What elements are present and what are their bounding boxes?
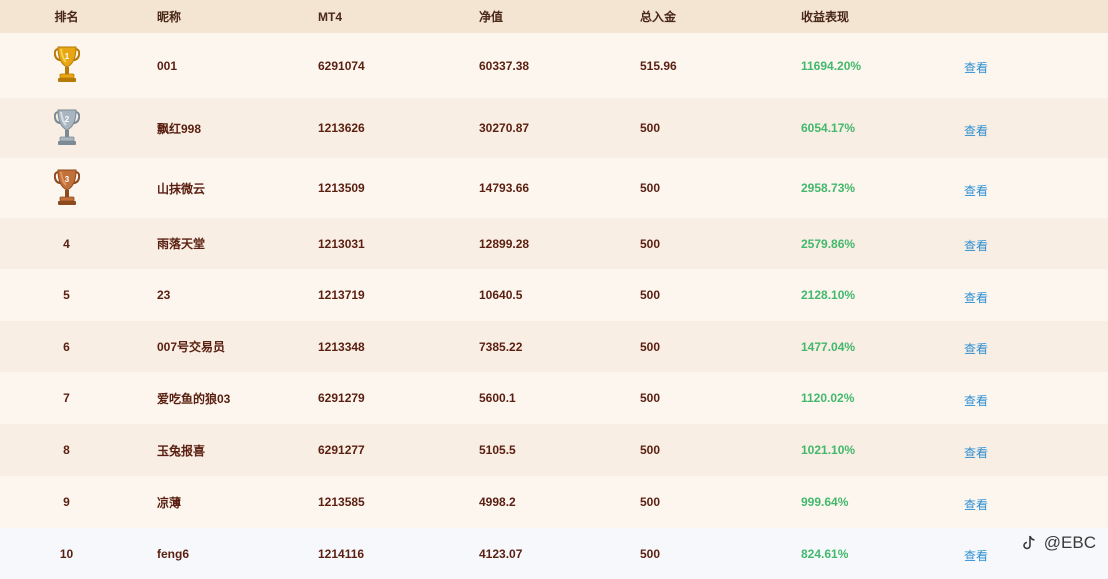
equity-cell: 30270.87	[479, 121, 530, 135]
performance-cell: 2958.73%	[801, 181, 856, 195]
equity-cell: 5105.5	[479, 443, 516, 457]
mt4-cell: 1213509	[318, 181, 365, 195]
performance-cell: 6054.17%	[801, 121, 856, 135]
deposit-cell: 500	[640, 391, 661, 405]
view-link[interactable]: 查看	[935, 388, 1108, 409]
table-row: 2 飘红998 1213626 30270.87 500 6054.17% 查看	[0, 98, 1108, 158]
nickname-cell: 飘红998	[157, 121, 202, 136]
svg-text:2: 2	[64, 115, 69, 124]
performance-cell: 2579.86%	[801, 236, 856, 251]
nickname-cell: 玉兔报喜	[157, 443, 206, 458]
mt4-cell: 1213585	[318, 495, 365, 509]
deposit-cell: 500	[640, 495, 661, 509]
deposit-cell: 500	[640, 121, 661, 135]
deposit-cell: 500	[640, 288, 661, 302]
equity-cell: 4998.2	[479, 495, 516, 509]
header-equity: 净值	[479, 10, 504, 24]
view-link[interactable]: 查看	[935, 336, 1108, 357]
header-deposit: 总入金	[640, 10, 677, 24]
rank-number: 8	[63, 443, 70, 457]
performance-cell: 11694.20%	[801, 58, 862, 73]
table-row: 7 爱吃鱼的狼03 6291279 5600.1 500 1120.02% 查看	[0, 372, 1108, 424]
mt4-cell: 1213626	[318, 121, 365, 135]
view-link[interactable]: 查看	[935, 178, 1108, 199]
tiktok-logo-icon	[1020, 534, 1038, 552]
view-link[interactable]: 查看	[935, 492, 1108, 513]
rank-trophy: 2	[0, 108, 133, 149]
table-row: 3 山抹微云 1213509 14793.66 500 2958.73% 查看	[0, 158, 1108, 218]
performance-cell: 1120.02%	[801, 391, 855, 405]
equity-cell: 14793.66	[479, 181, 530, 195]
rank-number: 10	[59, 546, 74, 561]
nickname-cell: 23	[157, 288, 171, 302]
header-nickname: 昵称	[157, 10, 182, 24]
nickname-cell: 爱吃鱼的狼03	[157, 391, 231, 406]
view-link[interactable]: 查看	[935, 118, 1108, 139]
equity-cell: 12899.28	[479, 236, 530, 251]
nickname-cell: 雨落天堂	[157, 237, 206, 251]
equity-cell: 4123.07	[479, 546, 523, 561]
deposit-cell: 500	[640, 181, 661, 195]
view-link[interactable]: 查看	[935, 285, 1108, 306]
watermark-text: @EBC	[1043, 533, 1096, 552]
view-link[interactable]: 查看	[935, 233, 1108, 254]
table-row: 1 001 6291074 60337.38 515.96 11694.20% 查看	[0, 33, 1108, 98]
rank-number: 9	[63, 495, 70, 509]
mt4-cell: 1214116	[318, 546, 365, 561]
gold-trophy-icon: 1	[53, 45, 80, 86]
table-row: 8 玉兔报喜 6291277 5105.5 500 1021.10% 查看	[0, 424, 1108, 476]
rank-number: 5	[63, 288, 70, 302]
performance-cell: 999.64%	[801, 495, 849, 509]
bronze-trophy-icon: 3	[53, 168, 80, 209]
performance-cell: 2128.10%	[801, 288, 856, 302]
view-link[interactable]: 查看	[935, 440, 1108, 461]
svg-text:1: 1	[64, 52, 69, 61]
rank-trophy: 1	[0, 45, 133, 86]
table-row: 4 雨落天堂 1213031 12899.28 500 2579.86% 查看	[0, 218, 1108, 269]
mt4-cell: 6291074	[318, 58, 365, 73]
mt4-cell: 6291277	[318, 443, 365, 457]
table-row: 6 007号交易员 1213348 7385.22 500 1477.04% 查看	[0, 321, 1108, 372]
mt4-cell: 1213348	[318, 339, 365, 354]
watermark: @EBC	[1020, 533, 1096, 553]
equity-cell: 7385.22	[479, 339, 523, 354]
rank-number: 7	[63, 391, 70, 405]
table-header: 排名 昵称 MT4 净值 总入金 收益表现	[0, 0, 1108, 33]
ranking-table: 排名 昵称 MT4 净值 总入金 收益表现 1 001 6291074 60337.3…	[0, 0, 1108, 579]
rank-number: 4	[63, 236, 70, 251]
silver-trophy-icon: 2	[53, 108, 80, 149]
view-link[interactable]: 查看	[935, 55, 1108, 76]
deposit-cell: 500	[640, 339, 661, 354]
equity-cell: 10640.5	[479, 288, 523, 302]
nickname-cell: 山抹微云	[157, 181, 206, 196]
nickname-cell: 凉薄	[157, 495, 182, 510]
header-mt4: MT4	[318, 9, 342, 24]
performance-cell: 1021.10%	[801, 443, 856, 457]
table-body: 1 001 6291074 60337.38 515.96 11694.20% 查看 2 飘红9…	[0, 33, 1108, 579]
deposit-cell: 500	[640, 443, 661, 457]
deposit-cell: 500	[640, 236, 661, 251]
rank-number: 6	[63, 339, 70, 354]
header-rank: 排名	[54, 10, 79, 24]
deposit-cell: 515.96	[640, 58, 677, 73]
nickname-cell: feng6	[157, 546, 190, 561]
mt4-cell: 6291279	[318, 391, 365, 405]
equity-cell: 5600.1	[479, 391, 516, 405]
header-performance: 收益表现	[801, 10, 850, 24]
performance-cell: 824.61%	[801, 546, 849, 561]
nickname-cell: 007号交易员	[157, 340, 226, 354]
deposit-cell: 500	[640, 546, 661, 561]
rank-trophy: 3	[0, 168, 133, 209]
nickname-cell: 001	[157, 58, 178, 73]
mt4-cell: 1213719	[318, 288, 365, 302]
table-row: 5 23 1213719 10640.5 500 2128.10% 查看	[0, 269, 1108, 321]
performance-cell: 1477.04%	[801, 339, 856, 354]
equity-cell: 60337.38	[479, 58, 530, 73]
table-row: 9 凉薄 1213585 4998.2 500 999.64% 查看	[0, 476, 1108, 528]
mt4-cell: 1213031	[318, 236, 365, 251]
table-row: 10 feng6 1214116 4123.07 500 824.61% 查看	[0, 528, 1108, 579]
svg-text:3: 3	[64, 175, 69, 184]
